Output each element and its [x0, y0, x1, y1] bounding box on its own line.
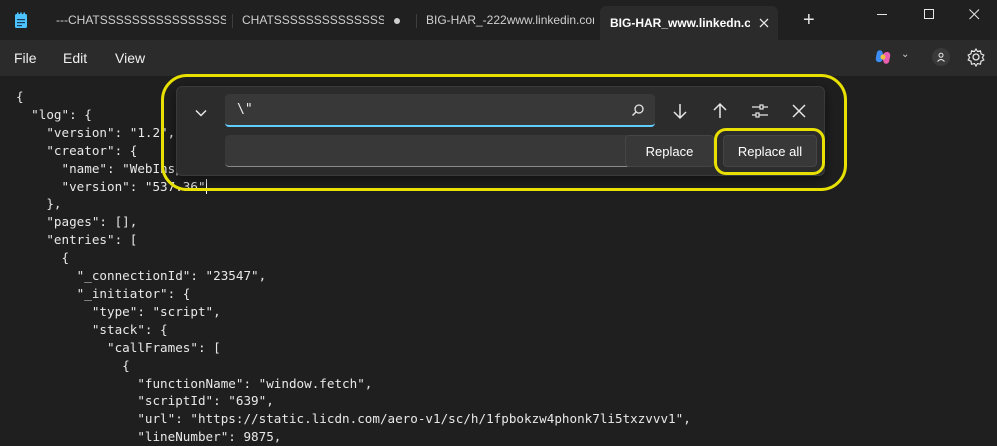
search-icon[interactable] — [631, 103, 645, 117]
tab-1[interactable]: ---CHATSSSSSSSSSSSSSSSSwww. — [56, 0, 226, 40]
maximize-button[interactable] — [906, 0, 952, 28]
minimize-icon — [876, 13, 887, 15]
menu-bar: File Edit View — [0, 40, 997, 76]
collapse-chevron-icon[interactable] — [191, 103, 211, 123]
copilot-icon[interactable] — [874, 48, 892, 66]
code-line: "pages": [], — [16, 214, 138, 230]
replace-button[interactable]: Replace — [625, 135, 714, 167]
code-line: "functionName": "window.fetch", — [16, 375, 373, 391]
tab-4-active[interactable]: BIG-HAR_www.linkedn.com — [600, 6, 778, 40]
code-line: { — [16, 89, 24, 104]
tab-label: BIG-HAR_-222www.linkedin.com — [426, 13, 594, 27]
chevron-down-icon[interactable]: ⌄ — [901, 49, 909, 60]
code-line: "lineNumber": 9875, — [16, 429, 282, 445]
code-line: "entries": [ — [16, 232, 138, 248]
find-options-button[interactable] — [748, 99, 772, 123]
replace-all-button[interactable]: Replace all — [723, 135, 817, 167]
code-line: { — [16, 357, 130, 373]
code-line: "stack": { — [16, 321, 168, 337]
find-next-button[interactable] — [668, 99, 692, 123]
menu-file[interactable]: File — [14, 50, 37, 66]
replace-input[interactable] — [225, 135, 655, 167]
code-line: "version": "537.36" — [16, 178, 206, 194]
options-sliders-icon — [752, 104, 768, 118]
code-line: "creator": { — [16, 142, 138, 158]
code-line: { — [16, 250, 70, 266]
tab-2[interactable]: CHATSSSSSSSSSSSSSSSSSwww — [242, 0, 384, 40]
code-line: "scriptId": "639", — [16, 393, 274, 409]
find-input[interactable]: \" — [225, 94, 655, 127]
tab-label: CHATSSSSSSSSSSSSSSSSSwww — [242, 13, 384, 27]
find-previous-button[interactable] — [708, 99, 732, 123]
code-line: "version": "1.2", — [16, 124, 176, 140]
code-line: "log": { — [16, 106, 92, 122]
settings-gear-icon[interactable] — [966, 47, 986, 67]
text-caret — [205, 178, 207, 194]
find-replace-panel: \" Replace Replace all — [176, 86, 825, 176]
code-line: "url": "https://static.licdn.com/aero-v1… — [16, 411, 691, 427]
tab-separator — [416, 14, 417, 28]
arrow-down-icon — [673, 104, 687, 120]
new-tab-button[interactable]: + — [803, 10, 815, 30]
close-tab-icon[interactable] — [759, 18, 769, 28]
maximize-icon — [923, 8, 934, 19]
menu-edit[interactable]: Edit — [63, 50, 87, 66]
close-icon — [968, 8, 979, 19]
close-window-button[interactable] — [951, 0, 997, 28]
notepad-app-icon — [15, 12, 27, 28]
code-line: }, — [16, 196, 62, 212]
title-bar: ---CHATSSSSSSSSSSSSSSSSwww. CHATSSSSSSSS… — [0, 0, 997, 40]
find-input-value: \" — [237, 102, 253, 117]
code-line: "_connectionId": "23547", — [16, 268, 267, 284]
unsaved-dot-icon — [394, 18, 400, 24]
account-avatar[interactable] — [932, 48, 950, 66]
arrow-up-icon — [713, 102, 727, 118]
code-line: "callFrames": [ — [16, 339, 221, 355]
minimize-button[interactable] — [859, 0, 905, 28]
code-line: "type": "script", — [16, 303, 221, 319]
close-find-button[interactable] — [787, 99, 811, 123]
person-icon — [937, 52, 945, 62]
tab-3[interactable]: BIG-HAR_-222www.linkedin.com — [426, 0, 594, 40]
tab-label: BIG-HAR_www.linkedn.com — [610, 16, 750, 30]
code-line: "_initiator": { — [16, 285, 191, 301]
menu-view[interactable]: View — [115, 50, 145, 66]
tab-separator — [232, 14, 233, 28]
close-icon — [792, 104, 806, 118]
tab-label: ---CHATSSSSSSSSSSSSSSSSwww. — [56, 13, 226, 27]
